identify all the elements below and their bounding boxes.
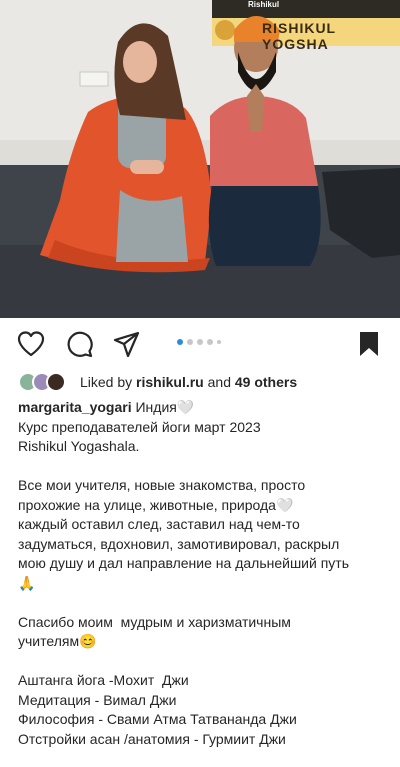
caption-line: Медитация - Вимал Джи [18,691,177,708]
comment-icon[interactable] [64,329,94,359]
caption-line: 🙏 [18,574,36,591]
caption-username[interactable]: margarita_yogari [18,399,132,415]
paper-plane-icon[interactable] [112,329,142,359]
bookmark-filled-icon[interactable] [354,329,384,359]
carousel-dot [197,339,203,345]
likes-others-link[interactable]: 49 others [235,374,297,390]
banner-text: RISHIKUL YOGSHA [262,20,336,52]
likes-prefix: Liked by [80,374,137,390]
avatar [46,372,66,392]
banner-logo-text: Rishikul [248,0,280,9]
carousel-dot [187,339,193,345]
heart-outline-icon[interactable] [16,329,46,359]
post-caption: margarita_yogari Индия🤍 Курс преподавате… [18,398,388,749]
carousel-dot [207,339,213,345]
caption-line: учителям😊 [18,633,97,649]
carousel-dot [217,340,221,344]
caption-line: прохожие на улице, животные, природа🤍 [18,496,294,513]
likes-row[interactable]: Liked by rishikul.ru and 49 others [18,370,297,394]
post-photo[interactable]: Rishikul RISHIKUL YOGSHA [0,0,400,318]
carousel-dot-active [177,339,183,345]
caption-first-line-text: Индия🤍 [131,399,195,415]
caption-first-line: margarita_yogari Индия🤍 [18,398,388,418]
caption-line: Аштанга йога -Мохит Джи [18,672,189,688]
likes-text: Liked by rishikul.ru and 49 others [80,374,297,390]
caption-line: мою душу и дал направление на дальнейший… [18,555,349,571]
liker-username-link[interactable]: rishikul.ru [136,374,204,390]
likes-middle: and [203,374,235,390]
caption-line: каждый оставил след, заставил над чем-то [18,516,300,532]
liker-avatars[interactable] [18,371,74,393]
caption-line: Спасибо моим мудрым и харизматичным [18,613,291,630]
caption-line: Rishikul Yogashala. [18,438,140,454]
caption-body: Курс преподавателей йоги март 2023 Rishik… [18,418,388,750]
caption-line: Все мои учителя, новые знакомства, прост… [18,477,306,493]
caption-line: Философия - Свами Атма Татвананда Джи [18,711,297,727]
carousel-indicator [177,339,221,345]
caption-line: Курс преподавателей йоги март 2023 [18,418,261,435]
caption-line: задуматься, вдохновил, замотивировал, ра… [18,535,340,552]
caption-line: Отстройки асан /анатомия - Гурмиит Джи [18,730,286,747]
